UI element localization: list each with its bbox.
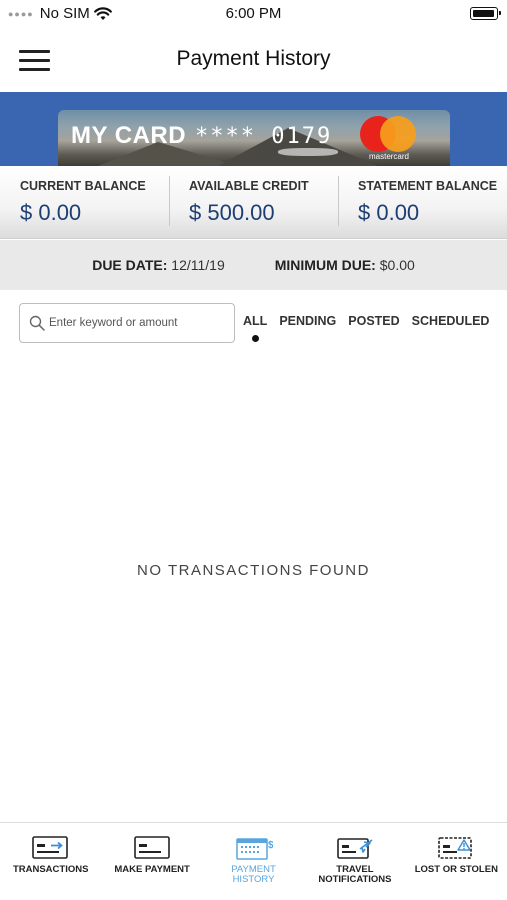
- minimum-due: MINIMUM DUE: $0.00: [275, 257, 415, 273]
- tab-payment-history[interactable]: $ PAYMENT HISTORY: [203, 823, 304, 900]
- tab-label: LOST OR STOLEN: [414, 864, 498, 875]
- tab-label: PAYMENT HISTORY: [231, 864, 276, 885]
- due-info-row: DUE DATE: 12/11/19 MINIMUM DUE: $0.00: [0, 240, 507, 290]
- search-icon: [29, 315, 45, 331]
- available-credit: AVAILABLE CREDIT $ 500.00: [169, 166, 338, 238]
- status-bar: ●●●● No SIM 6:00 PM: [0, 0, 507, 28]
- minimum-due-value: $0.00: [379, 257, 415, 273]
- card-banner: MY CARD **** 0179 mastercard: [0, 92, 507, 166]
- filter-pending[interactable]: PENDING: [279, 314, 336, 328]
- current-balance: CURRENT BALANCE $ 0.00: [0, 166, 169, 238]
- search-input[interactable]: [49, 304, 229, 341]
- card-warning-icon: [438, 837, 473, 859]
- card-number: **** 0179: [195, 124, 333, 149]
- balances-panel: CURRENT BALANCE $ 0.00 AVAILABLE CREDIT …: [0, 166, 507, 239]
- battery-icon: [470, 7, 501, 20]
- page-title: Payment History: [176, 47, 331, 70]
- minimum-due-label: MINIMUM DUE:: [274, 257, 376, 273]
- balance-label: AVAILABLE CREDIT: [189, 179, 309, 193]
- bottom-tab-bar: TRANSACTIONS MAKE PAYMENT $ PAYMENT HIST…: [0, 822, 507, 900]
- card-image[interactable]: MY CARD **** 0179 mastercard: [58, 110, 450, 166]
- balance-label: STATEMENT BALANCE: [358, 179, 498, 193]
- search-box[interactable]: [19, 303, 235, 343]
- card-plane-icon: [337, 838, 373, 859]
- svg-text:$: $: [268, 840, 273, 851]
- tab-transactions[interactable]: TRANSACTIONS: [0, 823, 101, 900]
- due-date-value: 12/11/19: [171, 257, 225, 273]
- tab-lost-or-stolen[interactable]: LOST OR STOLEN: [406, 823, 507, 900]
- tab-label: TRANSACTIONS: [12, 864, 89, 875]
- status-time: 6:00 PM: [225, 5, 282, 22]
- empty-state-message: NO TRANSACTIONS FOUND: [137, 562, 370, 579]
- nav-header: Payment History: [0, 28, 507, 92]
- mastercard-logo-icon: [360, 116, 416, 152]
- card-arrow-icon: [31, 836, 68, 859]
- filter-scheduled[interactable]: SCHEDULED: [412, 314, 490, 328]
- filter-all[interactable]: ALL: [243, 314, 267, 342]
- tab-make-payment[interactable]: MAKE PAYMENT: [101, 823, 202, 900]
- balance-value: $ 0.00: [20, 200, 82, 225]
- card-icon: [134, 836, 170, 859]
- card-name: MY CARD: [71, 122, 187, 149]
- balance-label: CURRENT BALANCE: [20, 179, 146, 193]
- statement-balance: STATEMENT BALANCE $ 0.00: [338, 166, 507, 238]
- filter-posted[interactable]: POSTED: [348, 314, 399, 328]
- tab-label: TRAVEL NOTIFICATIONS: [318, 864, 392, 885]
- tab-label: MAKE PAYMENT: [114, 864, 190, 875]
- calendar-dollar-icon: $: [235, 838, 273, 860]
- balance-value: $ 500.00: [189, 200, 275, 225]
- due-date: DUE DATE: 12/11/19: [92, 257, 225, 273]
- balance-value: $ 0.00: [358, 200, 420, 225]
- filter-tabs: ALL PENDING POSTED SCHEDULED: [243, 314, 490, 342]
- card-brand: mastercard: [368, 152, 409, 161]
- due-date-label: DUE DATE:: [92, 257, 168, 273]
- tab-travel-notifications[interactable]: TRAVEL NOTIFICATIONS: [304, 823, 405, 900]
